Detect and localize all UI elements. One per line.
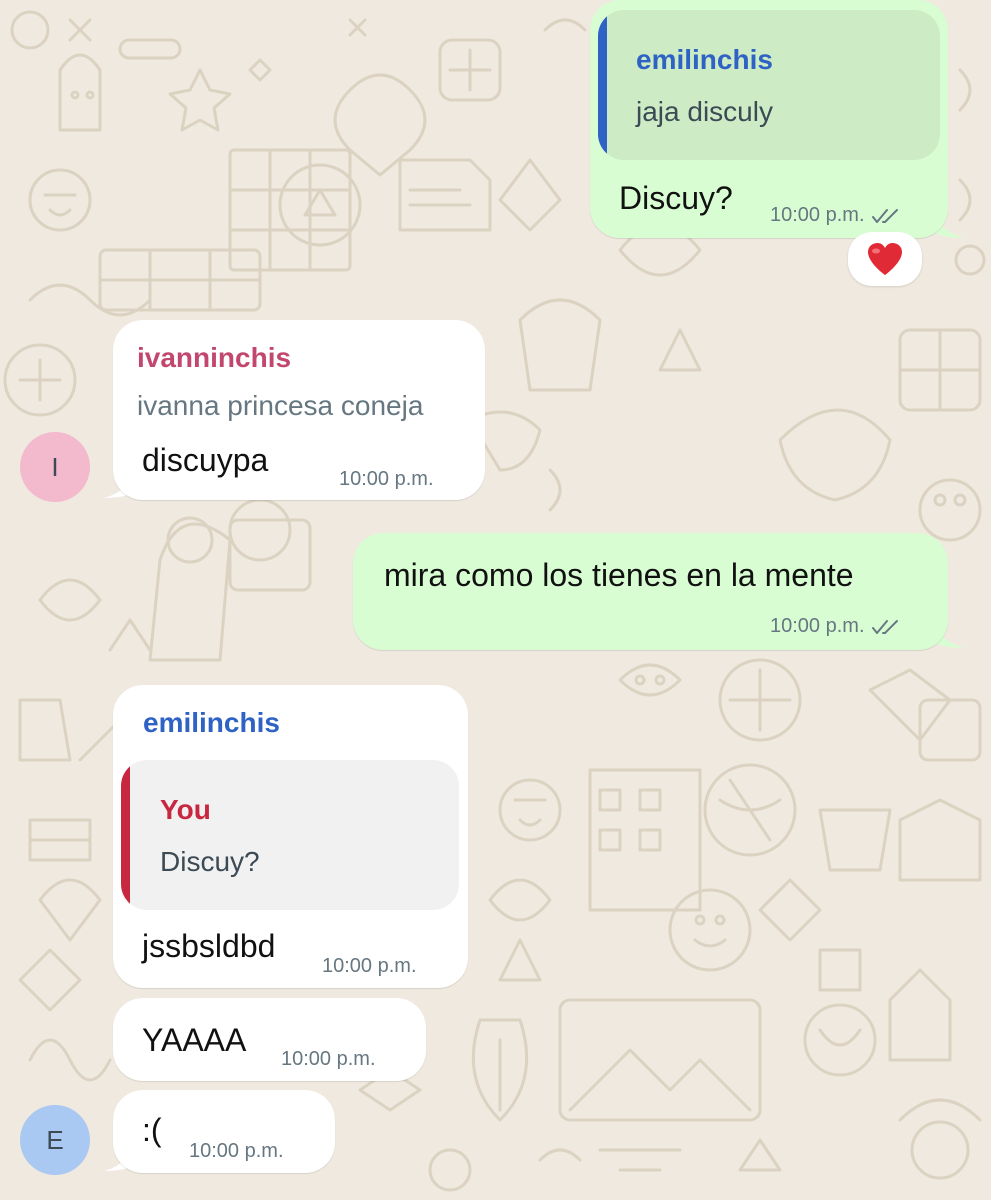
message-time: 10:00 p.m. — [322, 955, 417, 977]
message-incoming-sad[interactable]: :( 10:00 p.m. — [0, 1085, 991, 1185]
reaction-badge[interactable] — [848, 232, 922, 286]
quoted-message[interactable]: emilinchis jaja disculy — [598, 10, 940, 160]
double-check-icon — [871, 619, 898, 634]
quote-bar — [598, 10, 607, 160]
message-outgoing-discuy[interactable]: emilinchis jaja disculy Discuy? 10:00 p.… — [0, 0, 991, 300]
message-time: 10:00 p.m. — [339, 468, 434, 490]
message-bubble: ivanninchis ivanna princesa coneja discu… — [113, 320, 485, 500]
double-check-icon — [871, 208, 898, 223]
message-text: YAAAA — [142, 1022, 247, 1058]
message-meta: 10:00 p.m. — [770, 204, 901, 227]
message-outgoing-mira[interactable]: mira como los tienes en la mente 10:00 p… — [0, 520, 991, 660]
message-incoming-yaaaa[interactable]: YAAAA 10:00 p.m. — [0, 995, 991, 1085]
message-time: 10:00 p.m. — [770, 615, 865, 637]
message-meta: 10:00 p.m. — [770, 615, 901, 638]
message-bubble: mira como los tienes en la mente 10:00 p… — [353, 533, 948, 650]
message-text: :( — [142, 1112, 162, 1148]
heart-emoji — [868, 243, 902, 275]
sender-name[interactable]: ivanninchis — [137, 342, 291, 374]
quoted-message[interactable]: You Discuy? — [121, 760, 459, 910]
quote-author: You — [160, 794, 211, 825]
message-text: jssbsldbd — [142, 928, 276, 964]
message-text: Discuy? — [619, 180, 733, 216]
message-bubble: YAAAA 10:00 p.m. — [113, 998, 426, 1081]
quote-author: emilinchis — [636, 44, 773, 75]
message-time: 10:00 p.m. — [189, 1140, 284, 1162]
message-bubble: emilinchis You Discuy? jssbsldbd 10:00 p… — [113, 685, 468, 988]
message-incoming-discuypa[interactable]: ivanninchis ivanna princesa coneja discu… — [0, 300, 991, 520]
message-text: mira como los tienes en la mente — [384, 557, 854, 593]
message-time: 10:00 p.m. — [770, 204, 865, 226]
sender-subtitle: ivanna princesa coneja — [137, 390, 424, 421]
message-bubble: emilinchis jaja disculy Discuy? 10:00 p.… — [590, 0, 948, 238]
message-bubble: :( 10:00 p.m. — [113, 1090, 335, 1173]
sender-name[interactable]: emilinchis — [143, 707, 280, 739]
message-text: discuypa — [142, 442, 269, 478]
quote-text: Discuy? — [160, 846, 260, 877]
quote-bar — [121, 760, 130, 910]
message-time: 10:00 p.m. — [281, 1048, 376, 1070]
quote-text: jaja disculy — [636, 96, 773, 127]
message-incoming-jssbsldbd[interactable]: emilinchis You Discuy? jssbsldbd 10:00 p… — [0, 680, 991, 990]
